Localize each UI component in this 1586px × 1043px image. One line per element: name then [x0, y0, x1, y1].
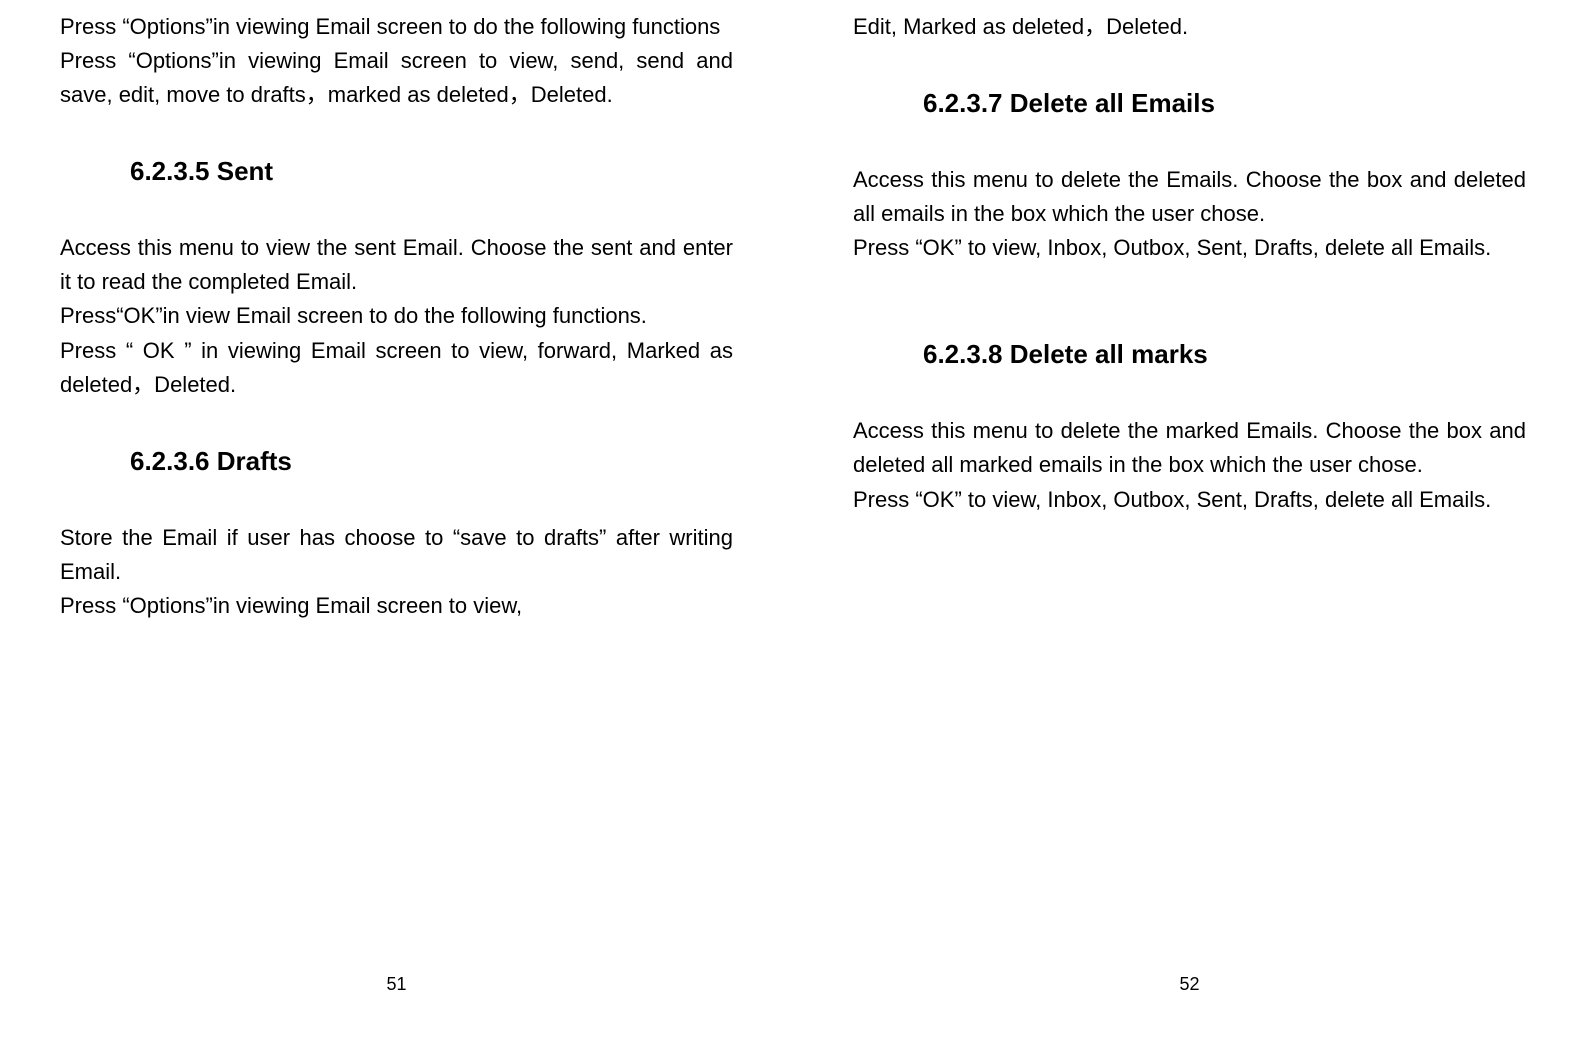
- body-paragraph: Edit, Marked as deleted，Deleted.: [853, 10, 1526, 44]
- body-paragraph: Access this menu to delete the Emails. C…: [853, 163, 1526, 231]
- section-heading-sent: 6.2.3.5 Sent: [60, 156, 733, 187]
- body-paragraph: Press “OK” to view, Inbox, Outbox, Sent,…: [853, 483, 1526, 517]
- right-page-content: Edit, Marked as deleted，Deleted. 6.2.3.7…: [853, 10, 1526, 974]
- body-paragraph: Press “Options”in viewing Email screen t…: [60, 589, 733, 623]
- body-paragraph: Press “ OK ” in viewing Email screen to …: [60, 334, 733, 402]
- body-paragraph: Access this menu to view the sent Email.…: [60, 231, 733, 299]
- body-paragraph: Store the Email if user has choose to “s…: [60, 521, 733, 589]
- spacer: [853, 265, 1526, 295]
- left-page: Press “Options”in viewing Email screen t…: [0, 0, 793, 1043]
- section-heading-delete-all-emails: 6.2.3.7 Delete all Emails: [853, 88, 1526, 119]
- page-number-left: 51: [60, 974, 733, 1003]
- body-paragraph: Access this menu to delete the marked Em…: [853, 414, 1526, 482]
- body-paragraph: Press “OK” to view, Inbox, Outbox, Sent,…: [853, 231, 1526, 265]
- section-heading-delete-all-marks: 6.2.3.8 Delete all marks: [853, 339, 1526, 370]
- right-page: Edit, Marked as deleted，Deleted. 6.2.3.7…: [793, 0, 1586, 1043]
- body-paragraph: Press “Options”in viewing Email screen t…: [60, 44, 733, 112]
- left-page-content: Press “Options”in viewing Email screen t…: [60, 10, 733, 974]
- body-paragraph: Press“OK”in view Email screen to do the …: [60, 299, 733, 333]
- page-number-right: 52: [853, 974, 1526, 1003]
- section-heading-drafts: 6.2.3.6 Drafts: [60, 446, 733, 477]
- body-paragraph: Press “Options”in viewing Email screen t…: [60, 10, 733, 44]
